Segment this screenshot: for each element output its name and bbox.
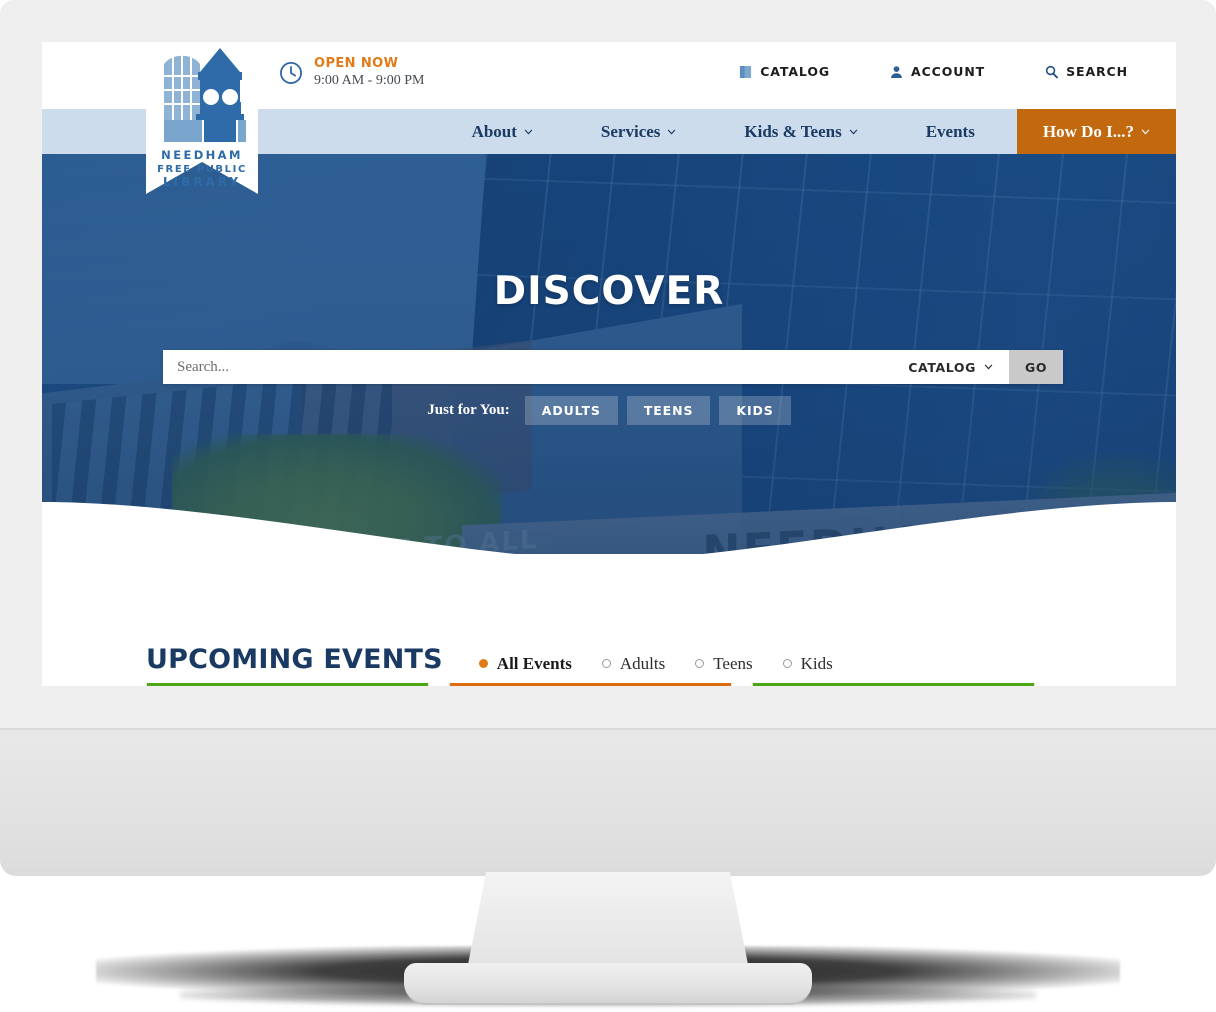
hours-status: OPEN NOW 9:00 AM - 9:00 PM — [278, 56, 425, 89]
site-logo-banner[interactable]: NEEDHAM FREE PUBLIC LIBRARY — [146, 42, 258, 194]
event-filter-kids[interactable]: Kids — [782, 653, 833, 674]
hero-search-bar: CATALOG GO — [163, 350, 1063, 384]
chevron-down-icon — [984, 364, 993, 370]
monitor-stand-base — [404, 963, 812, 1005]
radio-indicator — [478, 659, 488, 668]
event-card-accent-bar — [147, 683, 428, 686]
utility-link-label: CATALOG — [760, 64, 831, 79]
event-filter-teens[interactable]: Teens — [695, 653, 753, 674]
svg-text:LIBRARY: LIBRARY — [163, 175, 241, 189]
radio-indicator — [782, 659, 792, 668]
event-filter-all-events[interactable]: All Events — [478, 653, 572, 674]
hero-banner: FREE TO ALL NEEDHAM FREE PUBL DISCOVER C… — [42, 154, 1176, 554]
utility-link-account[interactable]: ACCOUNT — [890, 64, 985, 79]
nav-item-label: How Do I...? — [1042, 121, 1134, 141]
utility-link-search[interactable]: SEARCH — [1045, 64, 1128, 79]
search-input[interactable] — [163, 350, 901, 384]
nav-item-label: Kids & Teens — [744, 121, 842, 141]
utility-link-label: SEARCH — [1066, 64, 1128, 79]
hours-range: 9:00 AM - 9:00 PM — [314, 72, 425, 88]
event-filter-group: All Events Adults Teens Kids — [478, 653, 833, 674]
just-for-you-label: Just for You: — [427, 402, 510, 418]
utility-link-label: ACCOUNT — [911, 64, 986, 79]
browser-viewport: OPEN NOW 9:00 AM - 9:00 PM CATALOG ACCOU… — [42, 42, 1176, 686]
nav-item-services[interactable]: Services — [567, 109, 710, 154]
hero-title: DISCOVER — [493, 269, 725, 314]
clock-icon — [280, 62, 302, 84]
upcoming-events-section: UPCOMING EVENTS All Events Adults Teens — [42, 554, 1176, 686]
event-filter-label: Kids — [800, 653, 833, 673]
radio-indicator — [695, 659, 705, 668]
nav-item-kids-and-teens[interactable]: Kids & Teens — [710, 109, 891, 154]
utility-links: CATALOG ACCOUNT SEARCH — [739, 64, 1128, 79]
page-title: UPCOMING EVENTS — [146, 644, 443, 675]
nav-item-label: About — [471, 121, 517, 141]
event-card-list — [146, 683, 1136, 686]
nav-item-about[interactable]: About — [438, 109, 567, 154]
nav-item-label: Services — [600, 121, 661, 141]
event-filter-label: Teens — [713, 653, 753, 673]
desktop-monitor: OPEN NOW 9:00 AM - 9:00 PM CATALOG ACCOU… — [0, 0, 1216, 1012]
open-now-label: OPEN NOW — [314, 56, 399, 71]
monitor-bezel-chin — [0, 728, 1216, 876]
event-card[interactable] — [146, 683, 429, 686]
svg-text:FREE PUBLIC: FREE PUBLIC — [157, 164, 247, 175]
search-scope-dropdown[interactable]: CATALOG — [900, 350, 1009, 384]
event-card[interactable] — [752, 683, 1035, 686]
svg-text:NEEDHAM: NEEDHAM — [161, 148, 243, 162]
just-for-you-adults-button[interactable]: ADULTS — [524, 396, 618, 425]
event-filter-adults[interactable]: Adults — [601, 653, 666, 674]
chevron-down-icon — [524, 128, 533, 134]
event-filter-label: All Events — [496, 653, 572, 673]
search-icon — [1045, 65, 1059, 78]
event-filter-label: Adults — [619, 653, 666, 673]
chevron-down-icon — [1141, 128, 1150, 134]
person-icon — [891, 65, 902, 78]
event-card-accent-bar — [450, 683, 731, 686]
nav-item-events[interactable]: Events — [892, 109, 1009, 154]
nav-item-how-do-i[interactable]: How Do I...? — [1016, 109, 1176, 154]
radio-indicator — [601, 659, 611, 668]
book-icon — [740, 65, 752, 78]
utility-link-catalog[interactable]: CATALOG — [739, 64, 830, 79]
bezel-seam — [0, 728, 1216, 730]
just-for-you-teens-button[interactable]: TEENS — [626, 396, 711, 425]
search-scope-label: CATALOG — [908, 359, 976, 375]
chevron-down-icon — [849, 128, 858, 134]
just-for-you-kids-button[interactable]: KIDS — [719, 396, 791, 425]
event-card-accent-bar — [753, 683, 1034, 686]
library-clock-tower-icon: NEEDHAM FREE PUBLIC LIBRARY — [146, 42, 258, 194]
event-card[interactable] — [449, 683, 732, 686]
chevron-down-icon — [668, 128, 676, 134]
just-for-you-row: Just for You: ADULTS TEENS KIDS — [42, 396, 1176, 425]
search-go-button[interactable]: GO — [1009, 350, 1063, 384]
nav-item-label: Events — [925, 121, 975, 141]
